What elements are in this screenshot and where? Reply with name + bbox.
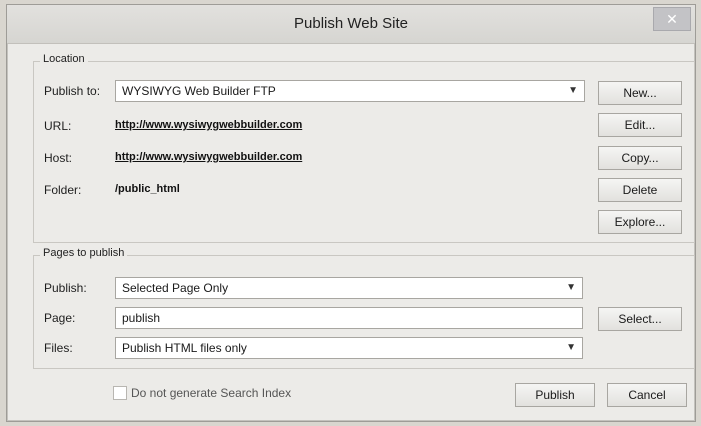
chevron-down-icon: ▼ [566, 342, 576, 353]
chevron-down-icon: ▼ [568, 85, 578, 96]
select-button[interactable]: Select... [598, 307, 682, 331]
folder-value: /public_html [115, 183, 180, 195]
window-title: Publish Web Site [294, 15, 408, 32]
files-select[interactable]: Publish HTML files only ▼ [115, 337, 583, 359]
publish-to-value: WYSIWYG Web Builder FTP [122, 84, 276, 98]
publish-mode-value: Selected Page Only [122, 281, 229, 295]
publish-button[interactable]: Publish [515, 383, 595, 407]
host-label: Host: [44, 151, 73, 165]
url-link[interactable]: http://www.wysiwygwebbuilder.com [115, 119, 302, 131]
files-value: Publish HTML files only [122, 341, 247, 355]
close-button[interactable]: ✕ [653, 7, 691, 31]
title-bar: Publish Web Site ✕ [7, 5, 695, 44]
folder-label: Folder: [44, 183, 82, 197]
close-icon: ✕ [666, 11, 678, 27]
publish-mode-select[interactable]: Selected Page Only ▼ [115, 277, 583, 299]
cancel-button[interactable]: Cancel [607, 383, 687, 407]
explore-button[interactable]: Explore... [598, 210, 682, 234]
publish-dialog: Publish Web Site ✕ Location Publish to: … [6, 4, 696, 422]
host-link[interactable]: http://www.wysiwygwebbuilder.com [115, 151, 302, 163]
search-index-checkbox[interactable] [113, 386, 127, 400]
pages-group-title: Pages to publish [40, 247, 128, 259]
url-label: URL: [44, 119, 72, 133]
new-button[interactable]: New... [598, 81, 682, 105]
edit-button[interactable]: Edit... [598, 113, 682, 137]
publish-to-select[interactable]: WYSIWYG Web Builder FTP ▼ [115, 80, 585, 102]
page-input[interactable]: publish [115, 307, 583, 329]
publish-to-label: Publish to: [44, 84, 101, 98]
files-label: Files: [44, 341, 73, 355]
chevron-down-icon: ▼ [566, 282, 576, 293]
page-label: Page: [44, 311, 76, 325]
copy-button[interactable]: Copy... [598, 146, 682, 170]
search-index-label: Do not generate Search Index [131, 386, 292, 400]
location-group-title: Location [40, 53, 88, 65]
delete-button[interactable]: Delete [598, 178, 682, 202]
publish-mode-label: Publish: [44, 281, 87, 295]
